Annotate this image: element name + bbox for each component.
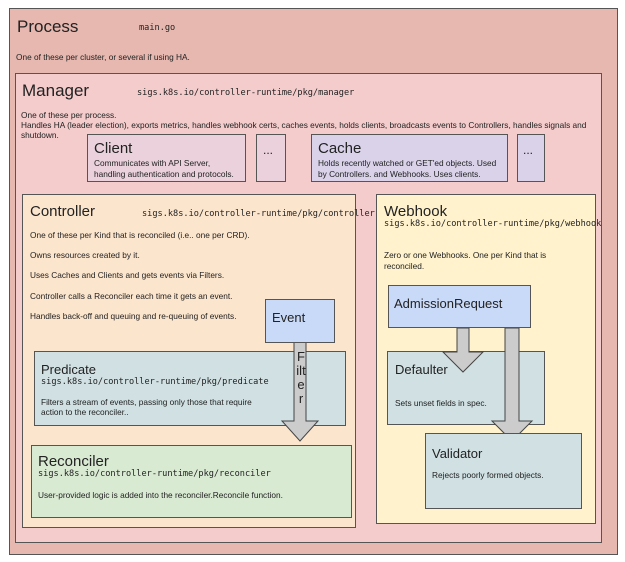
validator-title: Validator	[432, 446, 483, 461]
validator-desc: Rejects poorly formed objects.	[432, 470, 544, 480]
validator-arrow	[490, 327, 534, 442]
defaulter-arrow	[441, 327, 485, 373]
admission-request-title: AdmissionRequest	[394, 296, 503, 311]
